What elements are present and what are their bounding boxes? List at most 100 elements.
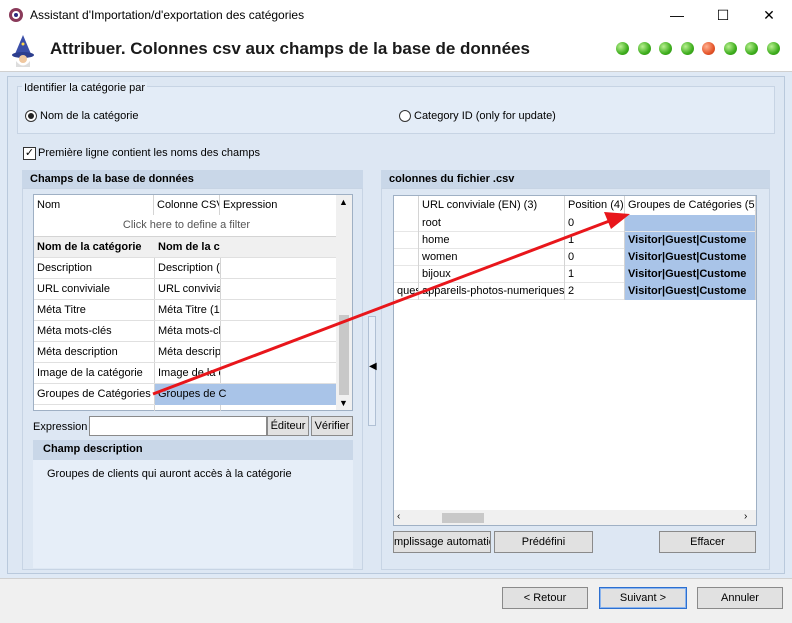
identify-group-label: Identifier la catégorie par [22, 82, 148, 94]
csv-row[interactable]: women 0 Visitor|Guest|Custome [394, 249, 756, 266]
csv-cell-c3: Visitor|Guest|Custome [625, 266, 756, 283]
csv-cell-c2: 2 [565, 283, 625, 300]
filter-row[interactable]: Click here to define a filter [34, 215, 336, 237]
csv-cell-c0 [394, 266, 419, 283]
clear-button[interactable]: Effacer [659, 531, 756, 553]
back-button[interactable]: < Retour [502, 587, 588, 609]
scroll-thumb[interactable] [339, 315, 349, 395]
db-field-name: Description [37, 262, 93, 274]
db-field-row[interactable]: Groupes de Catégories Groupes de C [34, 384, 336, 405]
splitter[interactable]: ◀ [368, 316, 377, 426]
page-title: Attribuer. Colonnes csv aux champs de la… [50, 39, 530, 58]
csv-cell-c0 [394, 249, 419, 266]
title-bar: Assistant d'Importation/d'exportation de… [0, 0, 792, 30]
csv-cell-c1: home [419, 232, 565, 249]
db-field-csv-column[interactable]: Méta descript [155, 342, 220, 363]
db-field-csv-column[interactable]: Méta Titre (1 [155, 300, 220, 321]
app-icon [9, 8, 23, 22]
db-field-csv-column[interactable]: Groupes de C [155, 384, 336, 405]
radio-category-name-label[interactable]: Nom de la catégorie [40, 110, 138, 122]
wizard-icon [12, 35, 34, 67]
csv-cell-c2: 0 [565, 249, 625, 266]
step-dot-5 [702, 42, 715, 55]
db-field-csv-column[interactable]: URL conviviali [155, 279, 220, 300]
field-description-text: Groupes de clients qui auront accès à la… [47, 468, 292, 480]
column-header-csv[interactable]: Colonne CSV [154, 195, 220, 215]
step-dot-1 [616, 42, 629, 55]
csv-cell-c1: appareils-photos-numeriques [419, 283, 565, 300]
minimize-button[interactable]: — [654, 0, 700, 30]
step-dot-8 [766, 42, 780, 55]
verify-button[interactable]: Vérifier [311, 416, 353, 436]
next-button[interactable]: Suivant > [599, 587, 687, 609]
collapse-arrow-icon[interactable]: ◀ [369, 361, 377, 372]
step-dot-3 [659, 42, 672, 55]
first-row-checkbox[interactable]: ✓ [23, 147, 36, 160]
csv-cell-c2: 1 [565, 232, 625, 249]
predefined-button[interactable]: Prédéfini [494, 531, 593, 553]
scroll-down-icon[interactable]: ▼ [339, 398, 348, 408]
step-dot-2 [637, 42, 651, 55]
radio-category-name[interactable] [25, 110, 37, 122]
db-field-row[interactable]: Méta mots-clés Méta mots-cl [34, 321, 336, 342]
db-field-csv-column[interactable]: Méta mots-cl [155, 321, 220, 342]
db-grid-scrollbar[interactable]: ▲ ▼ [336, 195, 352, 410]
db-field-csv-column[interactable]: Nom de la c [155, 237, 220, 258]
csv-column-header-url[interactable]: URL conviviale (EN) (3) [419, 196, 565, 215]
db-field-name: Méta description [37, 346, 118, 358]
db-fields-grid[interactable]: Nom Colonne CSV Expression Click here to… [33, 194, 353, 411]
csv-column-header-0[interactable] [394, 196, 419, 215]
db-field-name: Méta mots-clés [37, 325, 112, 337]
db-field-name: Nom de la catégorie [37, 241, 142, 253]
db-field-csv-column[interactable]: Description ( [155, 258, 220, 279]
radio-category-id[interactable] [399, 110, 411, 122]
csv-columns-panel-title: colonnes du fichier .csv [381, 170, 770, 188]
csv-cell-c3 [625, 215, 756, 232]
scroll-left-icon[interactable]: ‹ [397, 511, 400, 522]
close-button[interactable]: ✕ [746, 0, 792, 30]
scroll-right-icon[interactable]: › [744, 511, 747, 522]
db-field-row[interactable]: Image de la catégorie Image de la c [34, 363, 336, 384]
db-field-csv-column[interactable]: Image de la c [155, 363, 220, 384]
csv-cell-c3: Visitor|Guest|Custome [625, 232, 756, 249]
step-dot-4 [680, 42, 694, 55]
db-field-row[interactable]: Description Description ( [34, 258, 336, 279]
db-field-row[interactable]: Méta description Méta descript [34, 342, 336, 363]
cancel-button[interactable]: Annuler [697, 587, 783, 609]
csv-columns-grid[interactable]: URL conviviale (EN) (3) Position (4) Gro… [393, 195, 757, 526]
expression-input[interactable] [89, 416, 267, 436]
first-row-checkbox-label[interactable]: Première ligne contient les noms des cha… [38, 147, 260, 159]
csv-column-header-groups[interactable]: Groupes de Catégories (5) [625, 196, 756, 215]
auto-fill-button[interactable]: mplissage automatic [393, 531, 491, 553]
db-field-row[interactable]: Nom de la catégorie Nom de la c [34, 237, 336, 258]
column-header-expression[interactable]: Expression [220, 195, 336, 215]
csv-row[interactable]: root 0 [394, 215, 756, 232]
db-fields-panel-title: Champs de la base de données [22, 170, 363, 188]
csv-cell-c0 [394, 215, 419, 232]
radio-category-id-label[interactable]: Category ID (only for update) [414, 110, 556, 122]
db-field-name: Méta Titre [37, 304, 86, 316]
db-field-name: Image de la catégorie [37, 367, 143, 379]
csv-cell-c2: 0 [565, 215, 625, 232]
hscroll-thumb[interactable] [442, 513, 484, 523]
db-field-name: URL conviviale [37, 283, 110, 295]
csv-cell-c0 [394, 232, 419, 249]
editor-button[interactable]: Éditeur [267, 416, 309, 436]
csv-row[interactable]: bijoux 1 Visitor|Guest|Custome [394, 266, 756, 283]
maximize-button[interactable]: ☐ [700, 0, 746, 30]
csv-column-header-position[interactable]: Position (4) [565, 196, 625, 215]
column-header-nom[interactable]: Nom [34, 195, 154, 215]
csv-row[interactable]: home 1 Visitor|Guest|Custome [394, 232, 756, 249]
csv-cell-c1: root [419, 215, 565, 232]
wizard-header: Attribuer. Colonnes csv aux champs de la… [0, 30, 792, 72]
csv-row[interactable]: ques appareils-photos-numeriques 2 Visitor|… [394, 283, 756, 300]
csv-cell-c1: bijoux [419, 266, 565, 283]
db-field-row[interactable]: URL conviviale URL conviviali [34, 279, 336, 300]
csv-grid-hscrollbar[interactable]: ‹ › [394, 510, 756, 525]
db-field-row[interactable]: Méta Titre Méta Titre (1 [34, 300, 336, 321]
csv-cell-c0: ques [394, 283, 419, 300]
db-field-name: Groupes de Catégories [37, 388, 151, 400]
step-dot-6 [723, 42, 737, 55]
field-description-title: Champ description [33, 440, 353, 460]
scroll-up-icon[interactable]: ▲ [339, 197, 348, 207]
